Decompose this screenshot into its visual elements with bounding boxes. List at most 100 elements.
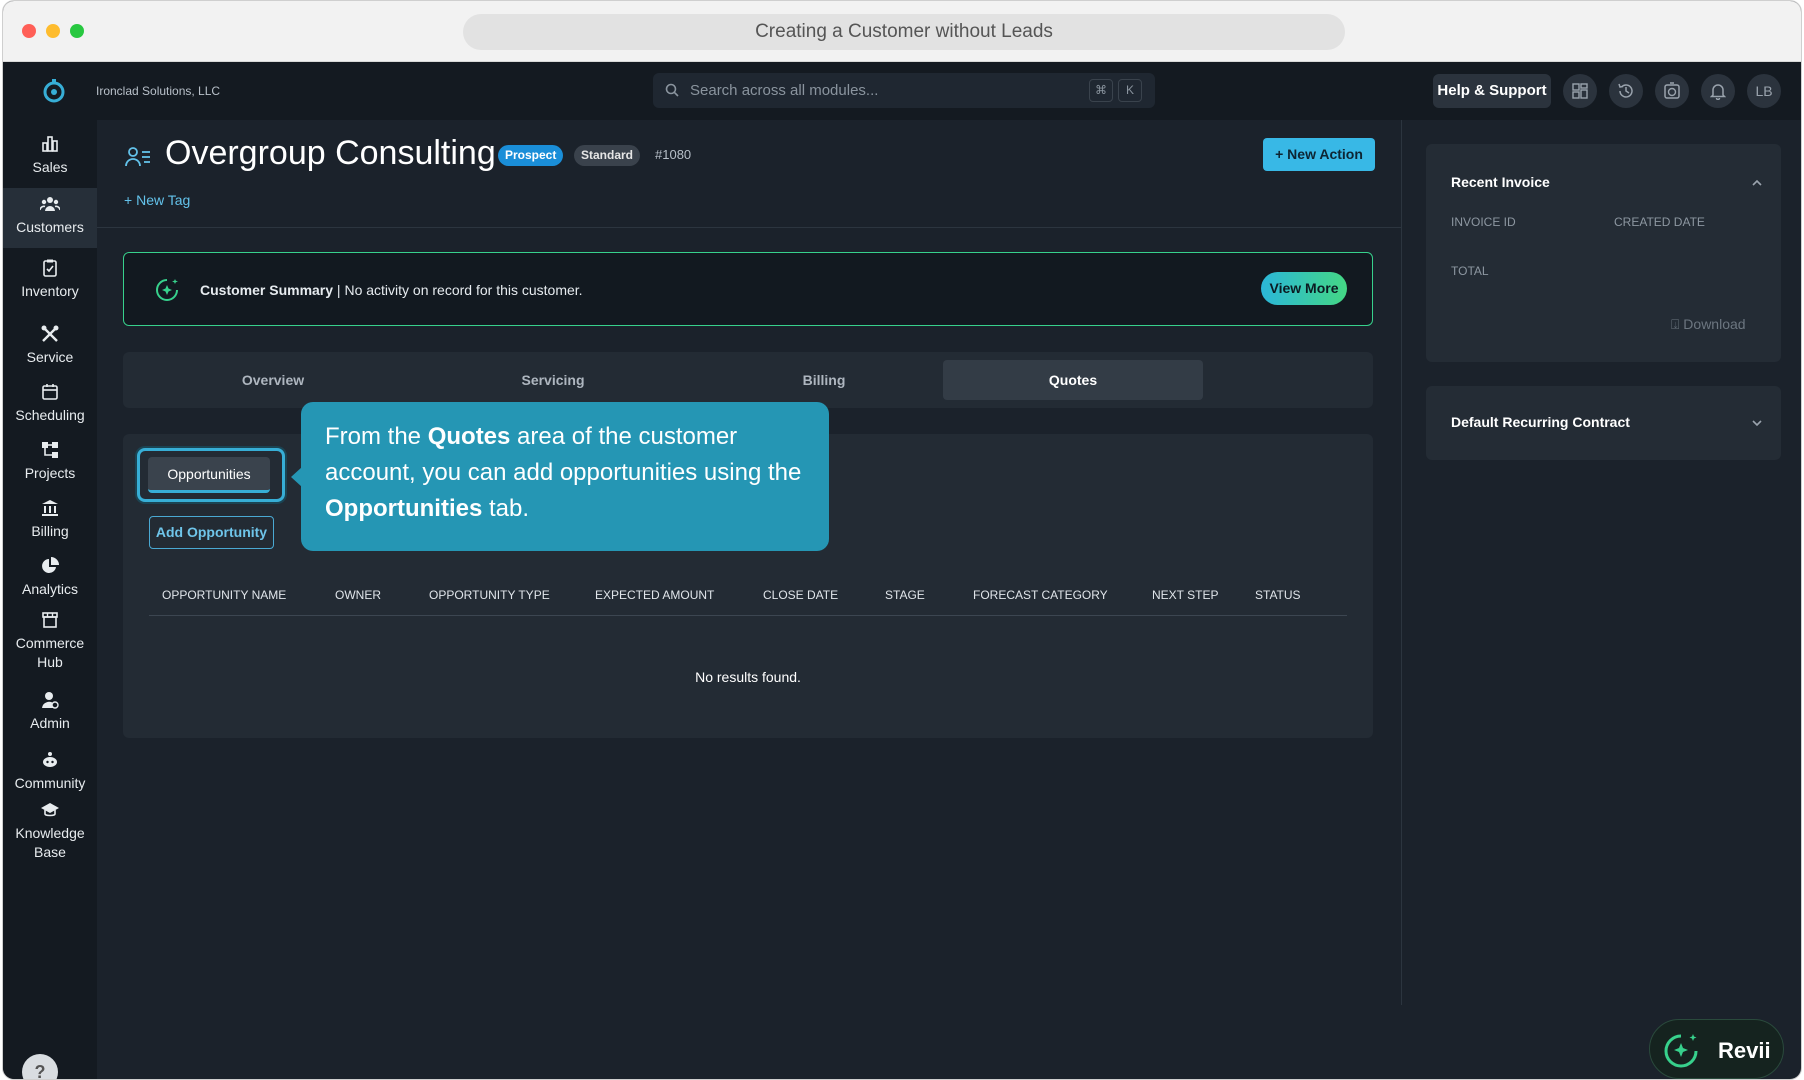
global-search[interactable]: Search across all modules... ⌘ K: [653, 73, 1155, 108]
column-header[interactable]: OPPORTUNITY TYPE: [429, 588, 550, 602]
callout-text: From the: [325, 423, 428, 450]
chevron-up-icon[interactable]: [1751, 179, 1763, 187]
panel-divider: [1401, 120, 1402, 1005]
download-label: Download: [1683, 316, 1746, 332]
window-title: Creating a Customer without Leads: [463, 14, 1345, 50]
storefront-icon: [42, 612, 58, 628]
sidebar-item-commerce-hub[interactable]: Commerce Hub: [3, 610, 97, 680]
sidebar-item-analytics[interactable]: Analytics: [3, 552, 97, 610]
column-header[interactable]: NEXT STEP: [1152, 588, 1218, 602]
customer-summary-banner: Customer Summary | No activity on record…: [123, 252, 1373, 326]
sidebar-item-service[interactable]: Service: [3, 320, 97, 378]
user-avatar[interactable]: LB: [1747, 74, 1781, 108]
summary-message: No activity on record for this customer.: [344, 282, 583, 298]
customer-tabs: Overview Servicing Billing Quotes: [123, 352, 1373, 408]
timer-button[interactable]: [1655, 74, 1689, 108]
sidebar-item-customers[interactable]: Customers: [3, 188, 97, 248]
sidebar-item-label: Admin: [30, 715, 70, 731]
graduation-cap-icon: [41, 803, 59, 817]
view-more-button[interactable]: View More: [1261, 272, 1347, 305]
sidebar-item-label: Billing: [31, 523, 69, 539]
column-header[interactable]: STATUS: [1255, 588, 1301, 602]
sidebar-item-label: Knowledge Base: [15, 825, 85, 860]
empty-state: No results found.: [695, 669, 801, 685]
subtab-highlight: Opportunities: [137, 448, 285, 502]
sidebar-item-billing[interactable]: Billing: [3, 494, 97, 552]
summary-text: Customer Summary | No activity on record…: [200, 282, 583, 298]
customer-main: Overgroup Consulting Prospect Standard #…: [97, 120, 1401, 1079]
new-tag-button[interactable]: + New Tag: [124, 192, 190, 208]
column-header[interactable]: STAGE: [885, 588, 925, 602]
dashboard-button[interactable]: [1563, 74, 1597, 108]
help-bubble-button[interactable]: ?: [22, 1054, 58, 1079]
user-gear-icon: [42, 692, 59, 709]
pie-chart-icon: [42, 557, 59, 573]
tab-billing[interactable]: Billing: [674, 360, 974, 400]
sidebar-item-sales[interactable]: Sales: [3, 130, 97, 192]
sidebar-item-knowledge-base[interactable]: Knowledge Base: [3, 796, 97, 868]
help-support-button[interactable]: Help & Support: [1433, 74, 1551, 108]
calendar-icon: [42, 384, 58, 400]
tab-overview[interactable]: Overview: [123, 360, 423, 400]
column-header[interactable]: OWNER: [335, 588, 381, 602]
column-header[interactable]: OPPORTUNITY NAME: [162, 588, 286, 602]
customer-name: Overgroup Consulting: [165, 134, 496, 172]
subtab-opportunities[interactable]: Opportunities: [148, 457, 270, 493]
sidebar-item-admin[interactable]: Admin: [3, 688, 97, 746]
recent-invoice-title[interactable]: Recent Invoice: [1451, 174, 1550, 190]
close-window-button[interactable]: [22, 24, 36, 38]
download-button[interactable]: ⍗ Download: [1671, 316, 1746, 333]
plus-icon: +: [1275, 146, 1288, 162]
revii-assistant-button[interactable]: Revii: [1649, 1019, 1784, 1079]
column-header[interactable]: FORECAST CATEGORY: [973, 588, 1108, 602]
bell-icon: [1710, 84, 1726, 100]
recurring-contract-panel[interactable]: Default Recurring Contract: [1426, 386, 1781, 460]
hierarchy-icon: [42, 442, 58, 458]
revii-label: Revii: [1718, 1038, 1771, 1063]
sidebar-item-projects[interactable]: Projects: [3, 436, 97, 494]
tools-icon: [41, 325, 59, 342]
tier-badge: Standard: [574, 145, 641, 166]
total-label: TOTAL: [1451, 264, 1489, 278]
callout-text: tab.: [482, 495, 530, 522]
column-header[interactable]: EXPECTED AMOUNT: [595, 588, 714, 602]
contract-title: Default Recurring Contract: [1451, 414, 1630, 430]
timer-icon: [1664, 82, 1680, 99]
sidebar-item-label: Customers: [16, 219, 84, 235]
ai-sparkle-icon: [1664, 1034, 1698, 1068]
minimize-window-button[interactable]: [46, 24, 60, 38]
bank-icon: [42, 500, 58, 516]
window-titlebar: Creating a Customer without Leads: [3, 1, 1801, 62]
sidebar: Sales Customers Inventory Service Schedu…: [3, 120, 97, 1079]
tutorial-callout: From the Quotes area of the customer acc…: [301, 402, 829, 551]
customer-id: #1080: [655, 147, 692, 162]
callout-bold: Opportunities: [325, 495, 483, 522]
status-badge: Prospect: [498, 145, 564, 166]
tab-servicing[interactable]: Servicing: [403, 360, 703, 400]
sidebar-item-inventory[interactable]: Inventory: [3, 254, 97, 312]
column-header[interactable]: CLOSE DATE: [763, 588, 838, 602]
header-divider: [97, 227, 1401, 228]
history-button[interactable]: [1609, 74, 1643, 108]
callout-bold: Quotes: [427, 423, 511, 450]
sidebar-item-label: Inventory: [21, 283, 79, 299]
maximize-window-button[interactable]: [70, 24, 84, 38]
search-icon: [665, 83, 679, 97]
bar-chart-icon: [42, 136, 58, 152]
sidebar-item-label: Community: [14, 775, 86, 791]
notifications-button[interactable]: [1701, 74, 1735, 108]
tab-quotes[interactable]: Quotes: [943, 360, 1203, 400]
sidebar-item-label: Service: [26, 349, 74, 365]
add-opportunity-button[interactable]: Add Opportunity: [149, 516, 274, 549]
sidebar-item-label: Analytics: [21, 581, 79, 597]
table-header-divider: [149, 615, 1347, 616]
new-action-button[interactable]: + New Action: [1263, 138, 1375, 171]
sidebar-item-label: Sales: [32, 159, 68, 175]
app-logo-icon[interactable]: [41, 78, 67, 104]
new-tag-label: New Tag: [136, 192, 191, 208]
chevron-down-icon[interactable]: [1751, 419, 1763, 427]
sidebar-item-label: Scheduling: [15, 407, 85, 423]
kbd-k: K: [1118, 79, 1142, 102]
sidebar-item-scheduling[interactable]: Scheduling: [3, 378, 97, 436]
dashboard-icon: [1572, 83, 1588, 99]
